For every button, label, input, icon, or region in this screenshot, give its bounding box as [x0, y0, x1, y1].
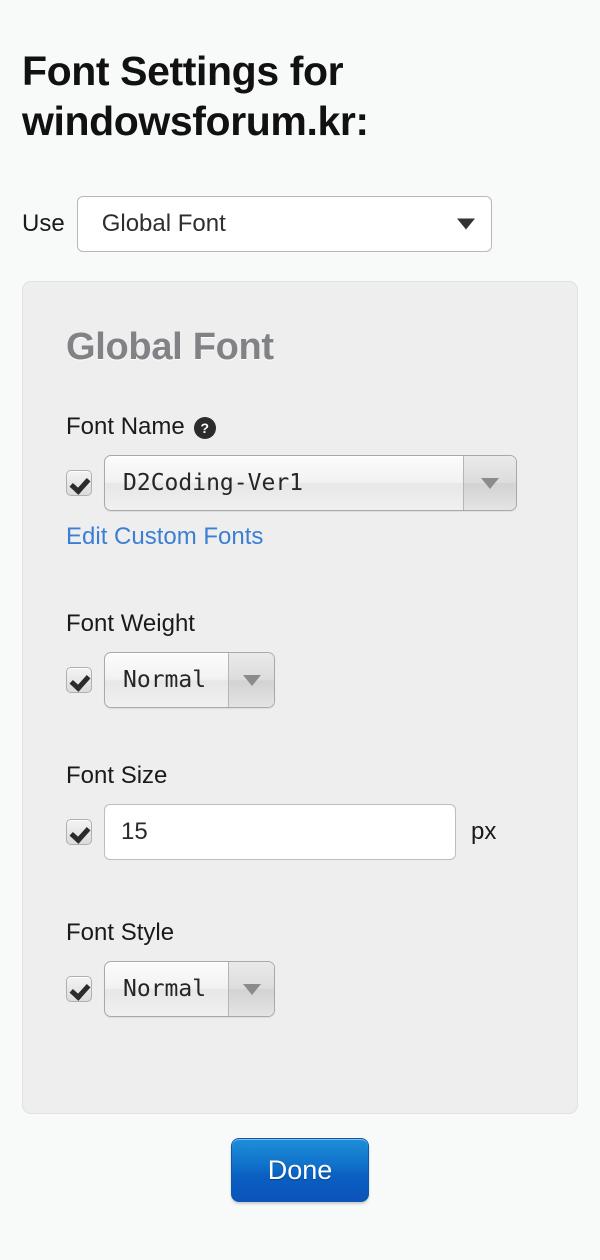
use-label: Use: [22, 210, 65, 237]
chevron-down-icon: [242, 674, 261, 686]
font-name-select-value: D2Coding-Ver1: [123, 470, 304, 496]
done-button[interactable]: Done: [231, 1138, 369, 1202]
use-font-select[interactable]: Global Font: [76, 196, 492, 252]
font-weight-select[interactable]: Normal: [104, 652, 275, 708]
font-style-select[interactable]: Normal: [104, 961, 275, 1017]
font-style-label-row: Font Style: [66, 919, 275, 947]
font-style-select-value: Normal: [123, 976, 207, 1002]
font-name-group: Font Name ? D2Coding-Ver1 Edit Custom Fo…: [66, 413, 517, 551]
chevron-down-icon: [242, 983, 261, 995]
font-name-control-row: D2Coding-Ver1: [66, 455, 517, 511]
font-style-group: Font Style Normal: [66, 919, 275, 1017]
font-name-select-button[interactable]: [463, 456, 516, 510]
use-font-select-value: Global Font: [101, 210, 226, 237]
font-size-control-row: px: [66, 804, 496, 860]
chevron-down-icon: [456, 218, 475, 230]
font-size-unit-label: px: [471, 818, 497, 845]
font-name-select[interactable]: D2Coding-Ver1: [104, 455, 517, 511]
font-style-label: Font Style: [66, 919, 175, 946]
font-weight-checkbox[interactable]: [66, 667, 92, 693]
question-mark-icon[interactable]: ?: [193, 417, 216, 439]
panel-heading: Global Font: [66, 326, 274, 368]
edit-custom-fonts-link[interactable]: Edit Custom Fonts: [66, 523, 263, 551]
font-size-label: Font Size: [66, 762, 168, 789]
font-size-label-row: Font Size: [66, 762, 496, 790]
font-weight-select-button[interactable]: [228, 653, 274, 707]
font-name-label-row: Font Name ?: [66, 413, 517, 441]
font-weight-label: Font Weight: [66, 610, 195, 637]
font-weight-control-row: Normal: [66, 652, 275, 708]
font-style-select-button[interactable]: [228, 962, 274, 1016]
font-name-checkbox[interactable]: [66, 470, 92, 496]
global-font-panel: Global Font Font Name ? D2Coding-Ver1 Ed…: [22, 281, 578, 1114]
chevron-down-icon: [481, 477, 499, 489]
font-style-control-row: Normal: [66, 961, 275, 1017]
use-font-row: Use Global Font: [22, 196, 492, 252]
font-size-checkbox[interactable]: [66, 819, 92, 845]
font-weight-group: Font Weight Normal: [66, 610, 275, 708]
font-weight-select-value: Normal: [123, 667, 207, 693]
font-style-checkbox[interactable]: [66, 976, 92, 1002]
page-title: Font Settings for windowsforum.kr:: [22, 48, 369, 145]
font-weight-label-row: Font Weight: [66, 610, 275, 638]
font-name-label: Font Name: [66, 413, 185, 440]
font-size-group: Font Size px: [66, 762, 496, 860]
font-size-input[interactable]: [104, 804, 456, 860]
